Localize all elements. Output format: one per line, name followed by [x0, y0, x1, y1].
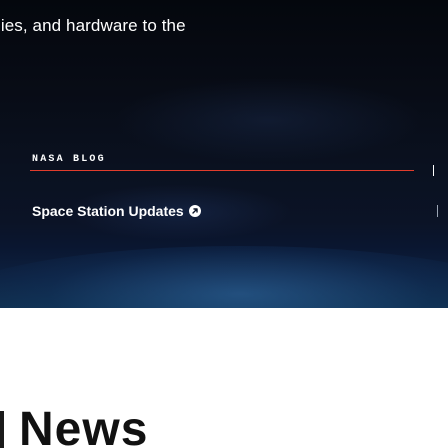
- hero-description-text: lies, and hardware to the: [0, 16, 186, 35]
- card-title-link[interactable]: Space Station Updates: [32, 202, 201, 220]
- news-heading-accent-bar: [0, 411, 4, 448]
- hero-section: lies, and hardware to the NASA BLOG Spac…: [0, 0, 448, 308]
- card-divider-end: [433, 165, 434, 176]
- card-edge-marker: [437, 205, 438, 217]
- news-heading: News: [19, 403, 149, 448]
- nasa-blog-card[interactable]: NASA BLOG Space Station Updates: [0, 150, 448, 270]
- card-divider: [30, 170, 414, 171]
- arrow-circle-icon: [188, 205, 201, 217]
- news-section: News: [0, 308, 448, 448]
- card-category-label: NASA BLOG: [32, 154, 106, 165]
- hero-description: lies, and hardware to the: [0, 13, 448, 39]
- card-title-text: Space Station Updates: [32, 203, 184, 219]
